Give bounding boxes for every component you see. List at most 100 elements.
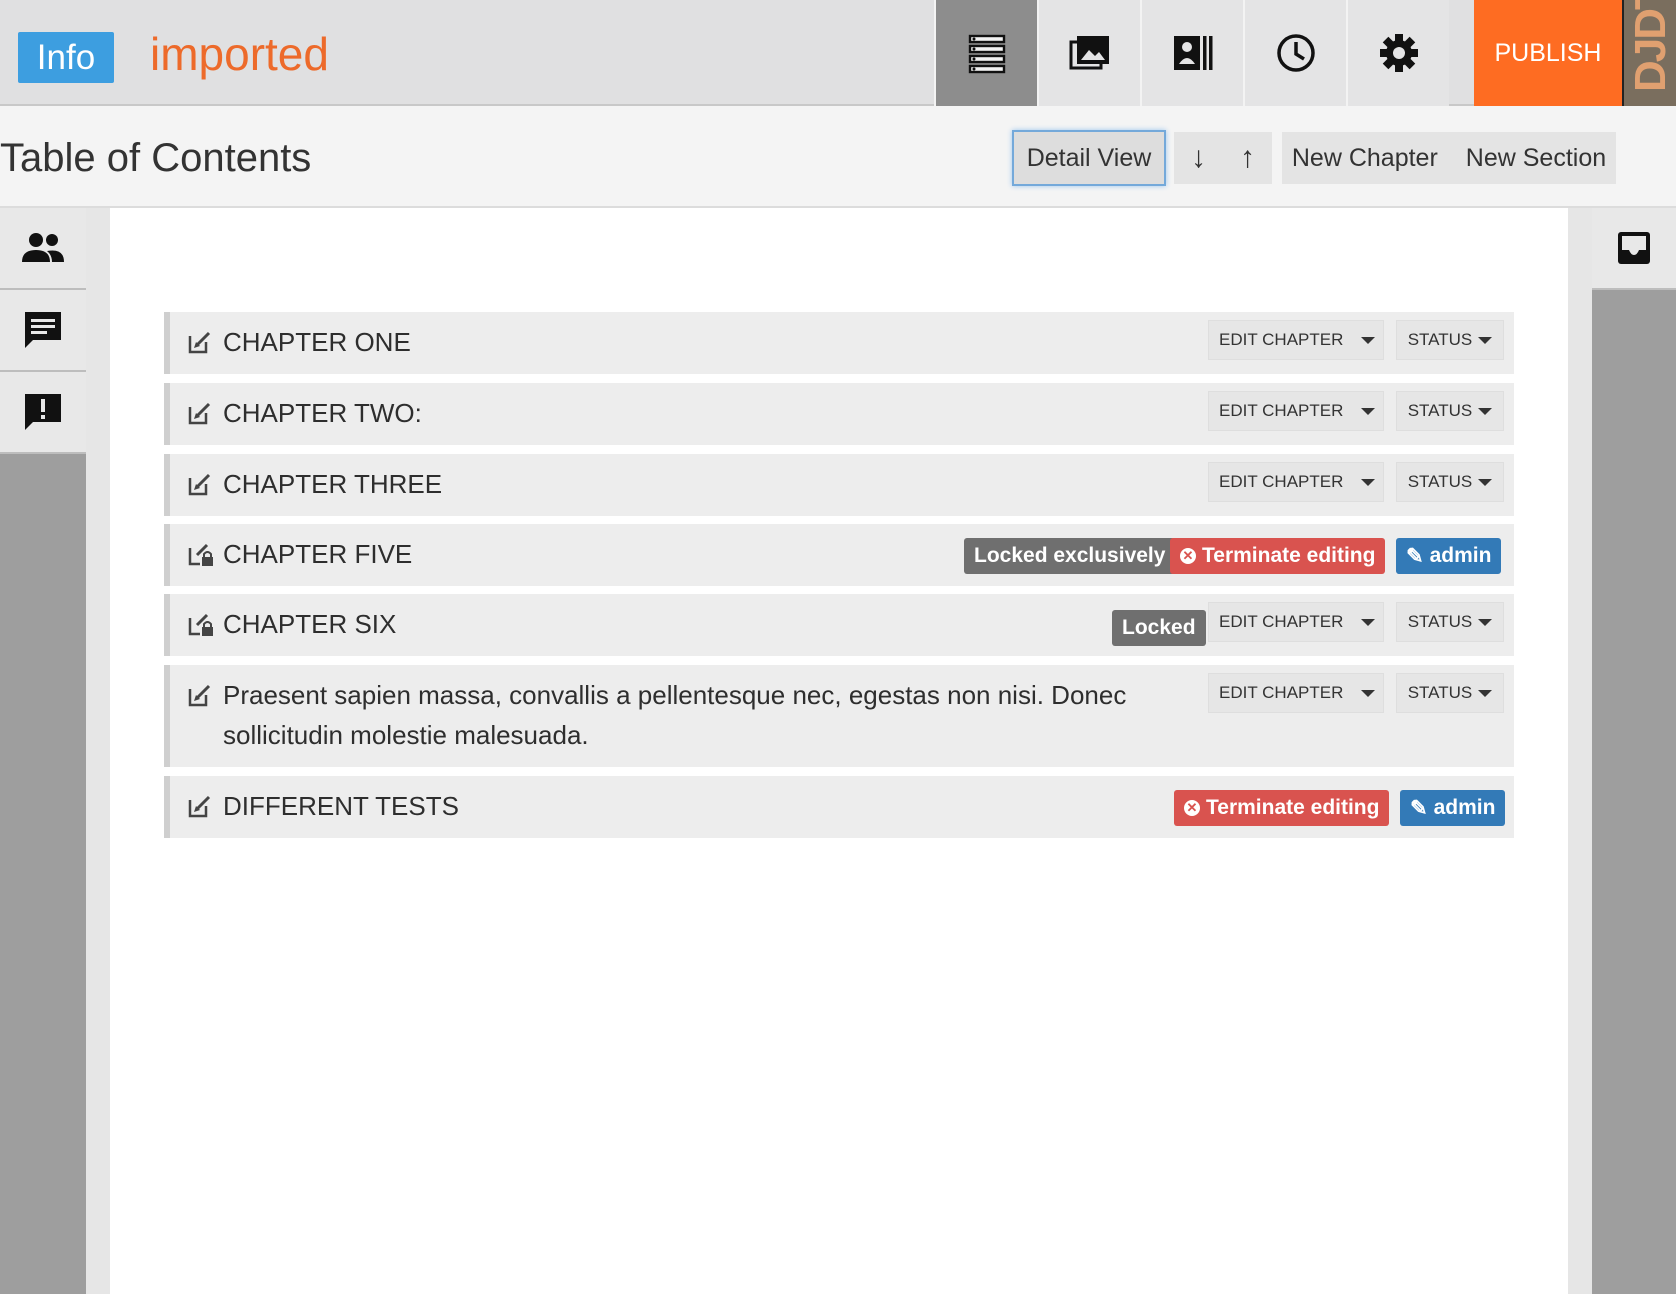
terminate-editing-button[interactable]: ✕ Terminate editing <box>1174 790 1390 826</box>
editor-name: admin <box>1429 544 1492 567</box>
settings-button[interactable] <box>1346 0 1449 106</box>
chevron-down-icon <box>1478 478 1493 486</box>
comments-button[interactable] <box>0 290 86 372</box>
edit-chapter-label: EDIT CHAPTER <box>1219 401 1344 420</box>
chevron-down-icon <box>1361 618 1375 626</box>
chapter-title: Praesent sapien massa, convallis a pelle… <box>223 680 1127 750</box>
book-title: imported <box>150 28 329 80</box>
left-sidebar <box>0 208 86 1294</box>
bibliography-button[interactable] <box>1140 0 1243 106</box>
debug-toolbar-logo[interactable]: DJDT <box>1622 0 1676 118</box>
editor-badge[interactable]: ✎ admin <box>1400 790 1506 826</box>
terminate-label: Terminate editing <box>1206 796 1380 819</box>
inbox-icon <box>1618 232 1650 264</box>
chapter-row[interactable]: CHAPTER THREE EDIT CHAPTER STATUS <box>164 454 1514 516</box>
move-down-button[interactable]: ↓ <box>1174 141 1223 175</box>
new-section-button[interactable]: New Section <box>1452 144 1620 173</box>
images-button[interactable] <box>1037 0 1140 106</box>
top-toolbar: Info imported PUBLISH DJDT <box>0 0 1676 118</box>
edit-chapter-label: EDIT CHAPTER <box>1219 330 1344 349</box>
users-icon <box>22 233 64 262</box>
alert-comment-icon <box>25 394 61 430</box>
editor-badge[interactable]: ✎ admin <box>1396 538 1502 574</box>
toc-button[interactable] <box>934 0 1037 106</box>
chevron-down-icon <box>1361 336 1375 344</box>
chapter-row[interactable]: Praesent sapien massa, convallis a pelle… <box>164 665 1514 767</box>
edit-icon[interactable] <box>186 792 214 820</box>
chapter-row[interactable]: CHAPTER ONE EDIT CHAPTER STATUS <box>164 312 1514 374</box>
edit-chapter-button[interactable]: EDIT CHAPTER <box>1208 602 1384 642</box>
edit-icon[interactable] <box>186 470 214 498</box>
pencil-icon: ✎ <box>1410 796 1428 820</box>
chevron-down-icon <box>1361 689 1375 697</box>
chevron-down-icon <box>1478 336 1493 344</box>
edit-icon[interactable] <box>186 399 214 427</box>
edit-chapter-label: EDIT CHAPTER <box>1219 472 1344 491</box>
gear-icon <box>1379 34 1418 72</box>
status-label: STATUS <box>1407 472 1473 491</box>
chapter-title: CHAPTER TWO: <box>223 398 422 428</box>
comment-icon <box>25 312 61 348</box>
close-icon: ✕ <box>1184 800 1200 816</box>
edit-chapter-label: EDIT CHAPTER <box>1219 683 1344 702</box>
history-icon <box>1276 34 1315 72</box>
feedback-button[interactable] <box>0 372 86 454</box>
status-label: STATUS <box>1407 612 1473 631</box>
status-button[interactable]: STATUS <box>1396 391 1504 431</box>
chapter-row[interactable]: CHAPTER SIX Locked EDIT CHAPTER STATUS <box>164 594 1514 656</box>
chevron-down-icon <box>1478 689 1493 697</box>
chapter-title: CHAPTER FIVE <box>223 539 413 569</box>
edit-icon[interactable] <box>186 681 214 709</box>
chapter-title: CHAPTER SIX <box>223 609 397 639</box>
locked-edit-icon <box>188 613 213 636</box>
status-button[interactable]: STATUS <box>1396 462 1504 502</box>
edit-icon[interactable] <box>186 328 214 356</box>
toc-icon <box>968 34 1005 74</box>
terminate-editing-button[interactable]: ✕ Terminate editing <box>1170 538 1386 574</box>
status-label: STATUS <box>1407 401 1473 420</box>
chapter-title: CHAPTER ONE <box>223 327 411 357</box>
pencil-icon: ✎ <box>1406 544 1424 568</box>
bibliography-icon <box>1173 36 1212 70</box>
detail-view-button[interactable]: Detail View <box>1012 130 1166 186</box>
images-icon <box>1069 36 1109 70</box>
inbox-button[interactable] <box>1592 208 1676 290</box>
status-button[interactable]: STATUS <box>1396 602 1504 642</box>
participants-button[interactable] <box>0 208 86 290</box>
chevron-down-icon <box>1478 618 1493 626</box>
locked-badge: Locked <box>1112 610 1206 646</box>
status-button[interactable]: STATUS <box>1396 320 1504 360</box>
toc-header: Table of Contents Detail View ↓ ↑ New Ch… <box>0 106 1676 208</box>
right-sidebar <box>1592 208 1676 1294</box>
status-label: STATUS <box>1407 330 1473 349</box>
logo-text: DJDT <box>1626 0 1675 92</box>
edit-chapter-button[interactable]: EDIT CHAPTER <box>1208 320 1384 360</box>
chapter-title: CHAPTER THREE <box>223 469 443 499</box>
chapter-title: DIFFERENT TESTS <box>223 791 459 821</box>
edit-chapter-button[interactable]: EDIT CHAPTER <box>1208 462 1384 502</box>
terminate-label: Terminate editing <box>1202 544 1376 567</box>
chevron-down-icon <box>1478 407 1493 415</box>
chapter-row[interactable]: DIFFERENT TESTS ✕ Terminate editing ✎ admi… <box>164 776 1514 838</box>
editor-name: admin <box>1433 796 1496 819</box>
chapter-row[interactable]: CHAPTER FIVE Locked exclusively ✕ Termina… <box>164 524 1514 586</box>
info-button[interactable]: Info <box>18 32 114 83</box>
status-label: STATUS <box>1407 683 1473 702</box>
publish-button[interactable]: PUBLISH <box>1474 0 1622 106</box>
new-chapter-button[interactable]: New Chapter <box>1278 144 1452 173</box>
chevron-down-icon <box>1361 478 1375 486</box>
edit-chapter-button[interactable]: EDIT CHAPTER <box>1208 673 1384 713</box>
locked-edit-icon <box>188 543 213 566</box>
new-buttons: New Chapter New Section <box>1282 132 1616 184</box>
history-button[interactable] <box>1243 0 1346 106</box>
edit-chapter-button[interactable]: EDIT CHAPTER <box>1208 391 1384 431</box>
chapter-row[interactable]: CHAPTER TWO: EDIT CHAPTER STATUS <box>164 383 1514 445</box>
chevron-down-icon <box>1361 407 1375 415</box>
locked-exclusively-badge: Locked exclusively <box>964 538 1176 574</box>
status-button[interactable]: STATUS <box>1396 673 1504 713</box>
move-buttons: ↓ ↑ <box>1174 132 1272 184</box>
close-icon: ✕ <box>1180 548 1196 564</box>
move-up-button[interactable]: ↑ <box>1223 141 1272 175</box>
page-title: Table of Contents <box>0 136 312 180</box>
edit-chapter-label: EDIT CHAPTER <box>1219 612 1344 631</box>
